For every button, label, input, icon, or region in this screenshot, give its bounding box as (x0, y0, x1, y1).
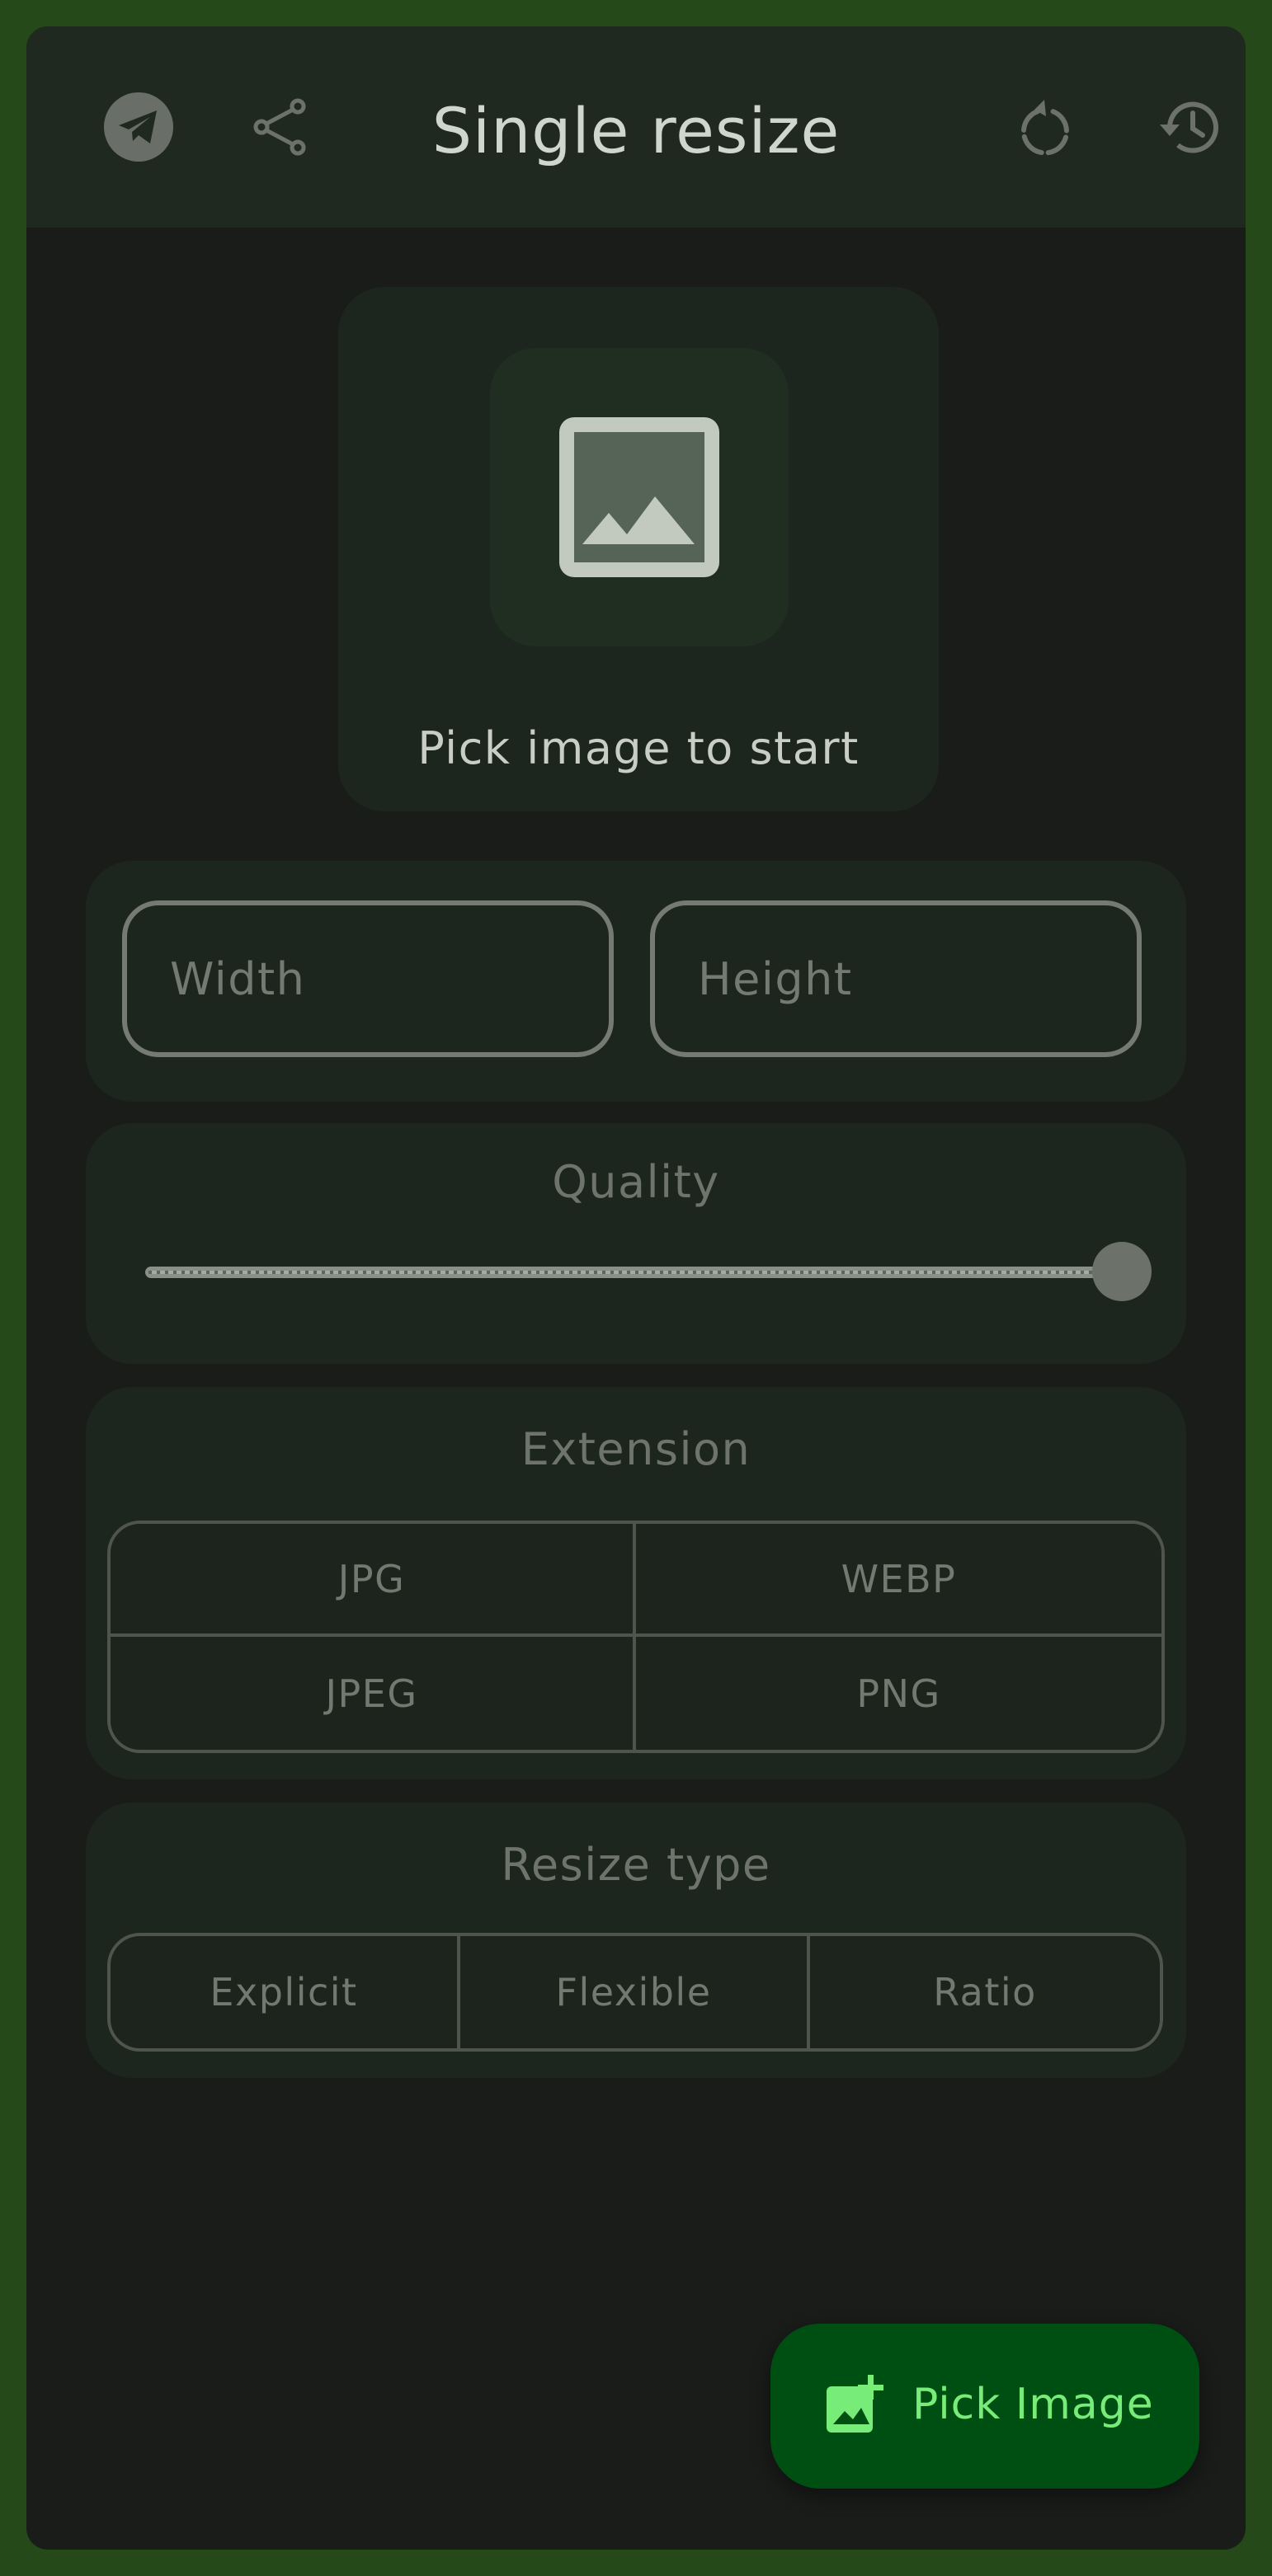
extension-option-jpg[interactable]: JPG (111, 1524, 636, 1637)
resize-type-card: Resize type Explicit Flexible Ratio (86, 1803, 1186, 2078)
image-icon (559, 417, 719, 577)
top-app-bar: Single resize (26, 26, 1246, 228)
image-picker-card[interactable]: Pick image to start (338, 287, 939, 811)
extension-label: Extension (521, 1423, 751, 1475)
extension-option-jpeg[interactable]: JPEG (111, 1637, 636, 1750)
resize-option-flexible[interactable]: Flexible (460, 1936, 810, 2048)
quality-slider-thumb[interactable] (1092, 1242, 1152, 1301)
extension-card: Extension JPG WEBP JPEG PNG (86, 1387, 1186, 1779)
resize-type-selector: Explicit Flexible Ratio (107, 1933, 1163, 2052)
width-field[interactable] (122, 900, 614, 1057)
pick-image-button[interactable]: Pick Image (770, 2324, 1199, 2489)
resize-type-label: Resize type (501, 1839, 771, 1891)
quality-card: Quality (86, 1123, 1186, 1364)
dimensions-card (86, 861, 1186, 1102)
quality-slider-track[interactable] (145, 1267, 1127, 1278)
pick-image-label: Pick Image (912, 2380, 1154, 2429)
resize-option-explicit[interactable]: Explicit (111, 1936, 460, 2048)
image-placeholder (490, 348, 789, 646)
pick-image-hint: Pick image to start (417, 722, 860, 774)
extension-option-webp[interactable]: WEBP (636, 1524, 1161, 1637)
reset-icon (1021, 100, 1069, 156)
height-field[interactable] (650, 900, 1142, 1057)
extension-selector: JPG WEBP JPEG PNG (107, 1521, 1165, 1753)
add-photo-icon (827, 2375, 883, 2433)
quality-label: Quality (552, 1156, 720, 1208)
history-icon (1160, 101, 1218, 153)
history-button[interactable] (1130, 94, 1246, 160)
extension-option-png[interactable]: PNG (636, 1637, 1161, 1750)
resize-option-ratio[interactable]: Ratio (810, 1936, 1160, 2048)
app-screen: Single resize Pick image to start Width … (26, 26, 1246, 2550)
reset-button[interactable] (992, 94, 1099, 160)
